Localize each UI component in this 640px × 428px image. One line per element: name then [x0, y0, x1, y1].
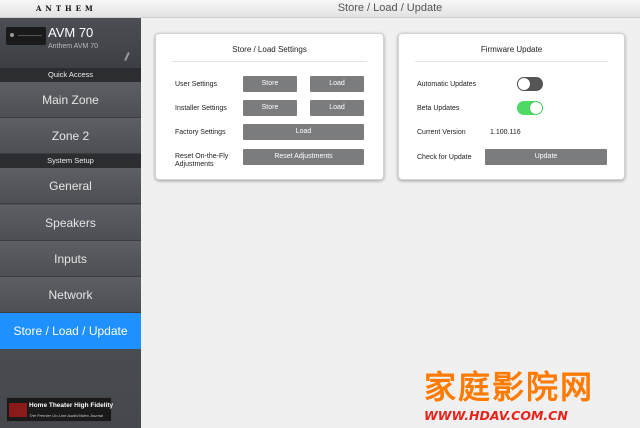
automatic-updates-toggle[interactable]: [517, 77, 543, 91]
toggle-knob: [518, 78, 530, 90]
watermark-title: 家庭影院网: [424, 368, 595, 406]
divider: [415, 61, 608, 62]
sidebar-item-zone-2[interactable]: Zone 2: [0, 118, 141, 154]
sidebar-item-speakers[interactable]: Speakers: [0, 205, 141, 241]
reset-label-line2: Adjustments: [175, 161, 214, 168]
section-header-system-setup: System Setup: [0, 154, 141, 168]
sidebar: AVM 70 Anthem AVM 70 Quick Access Main Z…: [0, 18, 141, 428]
store-load-card: Store / Load Settings User Settings Stor…: [155, 33, 384, 180]
user-settings-label: User Settings: [175, 81, 218, 88]
card-title: Store / Load Settings: [232, 45, 307, 54]
current-version-label: Current Version: [417, 129, 466, 136]
user-store-button[interactable]: Store: [243, 76, 297, 92]
beta-updates-toggle[interactable]: [517, 101, 543, 115]
current-version-value: 1.100.116: [490, 129, 521, 136]
divider: [172, 61, 367, 62]
device-name: AVM 70: [48, 25, 94, 40]
section-header-quick-access: Quick Access: [0, 68, 141, 82]
automatic-updates-label: Automatic Updates: [417, 81, 477, 88]
sidebar-item-network[interactable]: Network: [0, 277, 141, 313]
logo-title: Home Theater High Fidelity: [29, 402, 114, 409]
card-title: Firmware Update: [480, 45, 543, 54]
publication-logo: Home Theater High Fidelity The Premier O…: [6, 397, 114, 422]
check-for-update-label: Check for Update: [417, 154, 472, 161]
device-thumbnail: [6, 27, 46, 45]
reset-label-line1: Reset On-the-Fly: [175, 153, 229, 160]
installer-settings-label: Installer Settings: [175, 105, 227, 112]
sidebar-item-inputs[interactable]: Inputs: [0, 241, 141, 277]
top-bar: ANTHEM Store / Load / Update: [0, 0, 640, 18]
watermark-url: WWW.HDAV.COM.CN: [424, 408, 568, 423]
factory-load-button[interactable]: Load: [243, 124, 364, 140]
logo-mark-icon: [9, 403, 27, 417]
firmware-update-card: Firmware Update Automatic Updates Beta U…: [398, 33, 625, 180]
installer-store-button[interactable]: Store: [243, 100, 297, 116]
logo-tagline: The Premier On-Line Audio/Video Journal: [29, 413, 104, 418]
edit-icon[interactable]: [124, 51, 130, 62]
user-load-button[interactable]: Load: [310, 76, 364, 92]
installer-load-button[interactable]: Load: [310, 100, 364, 116]
toggle-knob: [530, 102, 542, 114]
device-header[interactable]: AVM 70 Anthem AVM 70: [0, 18, 141, 68]
sidebar-item-general[interactable]: General: [0, 168, 141, 204]
sidebar-item-store-load-update[interactable]: Store / Load / Update: [0, 313, 141, 349]
factory-settings-label: Factory Settings: [175, 129, 226, 136]
brand-logo: ANTHEM: [36, 4, 97, 13]
reset-adjustments-button[interactable]: Reset Adjustments: [243, 149, 364, 165]
page-title: Store / Load / Update: [337, 2, 443, 14]
update-button[interactable]: Update: [485, 149, 607, 165]
device-model: Anthem AVM 70: [48, 43, 99, 50]
sidebar-item-main-zone[interactable]: Main Zone: [0, 82, 141, 118]
beta-updates-label: Beta Updates: [417, 105, 460, 112]
